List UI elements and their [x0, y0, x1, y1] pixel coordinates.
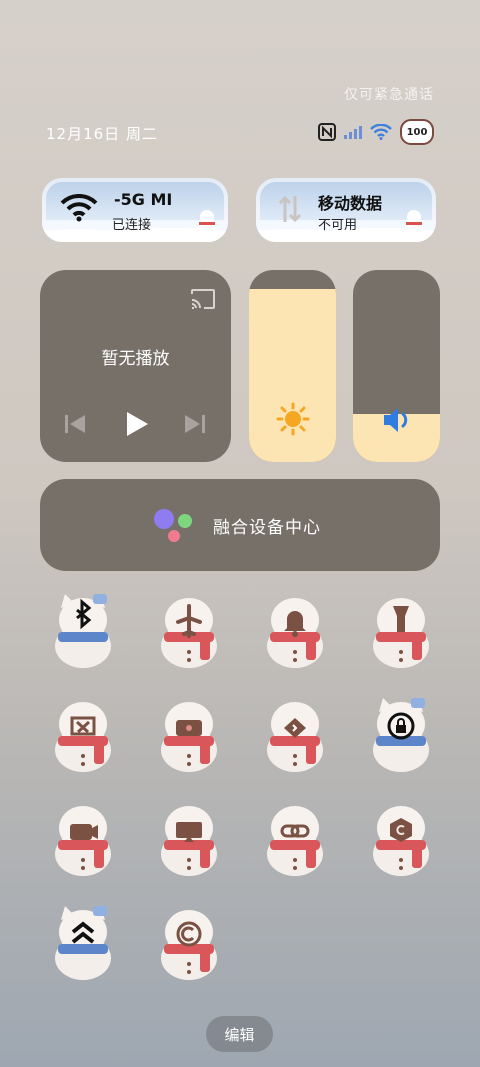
chevrons-up-icon [55, 906, 111, 980]
brightness-fill [249, 289, 336, 462]
next-track-icon[interactable] [184, 414, 206, 434]
wifi-icon [370, 124, 392, 140]
status-icons: 100 [318, 119, 434, 145]
location-icon [267, 702, 323, 772]
flashlight-toggle[interactable] [366, 588, 436, 670]
ring-mode-icon [267, 598, 323, 668]
flashlight-icon [373, 598, 429, 668]
battery-icon: 100 [400, 119, 434, 145]
cast-icon [161, 806, 217, 876]
screenshot-icon [55, 702, 111, 772]
chevrons-up-toggle[interactable] [48, 900, 118, 982]
hexagon-c-icon [373, 806, 429, 876]
wifi-status: 已连接 [112, 218, 152, 233]
link-toggle[interactable] [260, 796, 330, 878]
play-icon[interactable] [124, 410, 150, 438]
sun-icon [276, 402, 310, 436]
cast-icon[interactable] [190, 288, 216, 310]
screen-record-toggle[interactable] [154, 692, 224, 774]
wifi-name: -5G MI [114, 190, 173, 209]
bluetooth-icon [55, 594, 111, 668]
circle-c-toggle[interactable] [154, 900, 224, 982]
airplane-mode-icon [161, 598, 217, 668]
mobile-data-icon [278, 195, 302, 223]
media-player-card[interactable]: 暂无播放 [40, 270, 231, 462]
circle-c-icon [161, 910, 217, 980]
camera-toggle[interactable] [48, 796, 118, 878]
fusion-dots-icon [154, 509, 192, 542]
edit-button[interactable]: 编辑 [206, 1016, 273, 1052]
bluetooth-toggle[interactable] [48, 588, 118, 670]
signal-icon [344, 126, 362, 139]
airplane-mode-toggle[interactable] [154, 588, 224, 670]
date-text: 12月16日 周二 [46, 125, 158, 143]
hexagon-c-toggle[interactable] [366, 796, 436, 878]
snowman-decoration-icon [198, 210, 216, 238]
screen-record-icon [161, 702, 217, 772]
wifi-icon [60, 194, 98, 222]
link-icon [267, 806, 323, 876]
location-toggle[interactable] [260, 692, 330, 774]
nfc-icon [318, 123, 336, 141]
mobile-data-tile[interactable]: 移动数据 不可用 [256, 178, 436, 242]
mobile-data-status: 不可用 [318, 218, 358, 233]
brightness-slider[interactable] [249, 270, 336, 462]
cast-toggle[interactable] [154, 796, 224, 878]
rotation-lock-icon [373, 698, 429, 772]
speaker-icon [384, 408, 408, 432]
volume-slider[interactable] [353, 270, 440, 462]
media-status-text: 暂无播放 [101, 349, 170, 369]
mobile-data-title: 移动数据 [318, 194, 383, 213]
snowman-decoration-icon [405, 210, 423, 238]
previous-track-icon[interactable] [64, 414, 86, 434]
emergency-call-only-text: 仅可紧急通话 [344, 87, 434, 103]
screenshot-toggle[interactable] [48, 692, 118, 774]
fusion-device-center-label: 融合设备中心 [213, 518, 321, 538]
wifi-tile[interactable]: -5G MI 已连接 [42, 178, 228, 242]
camera-icon [55, 806, 111, 876]
fusion-device-center-button[interactable]: 融合设备中心 [40, 479, 440, 571]
ring-mode-toggle[interactable] [260, 588, 330, 670]
rotation-lock-toggle[interactable] [366, 692, 436, 774]
